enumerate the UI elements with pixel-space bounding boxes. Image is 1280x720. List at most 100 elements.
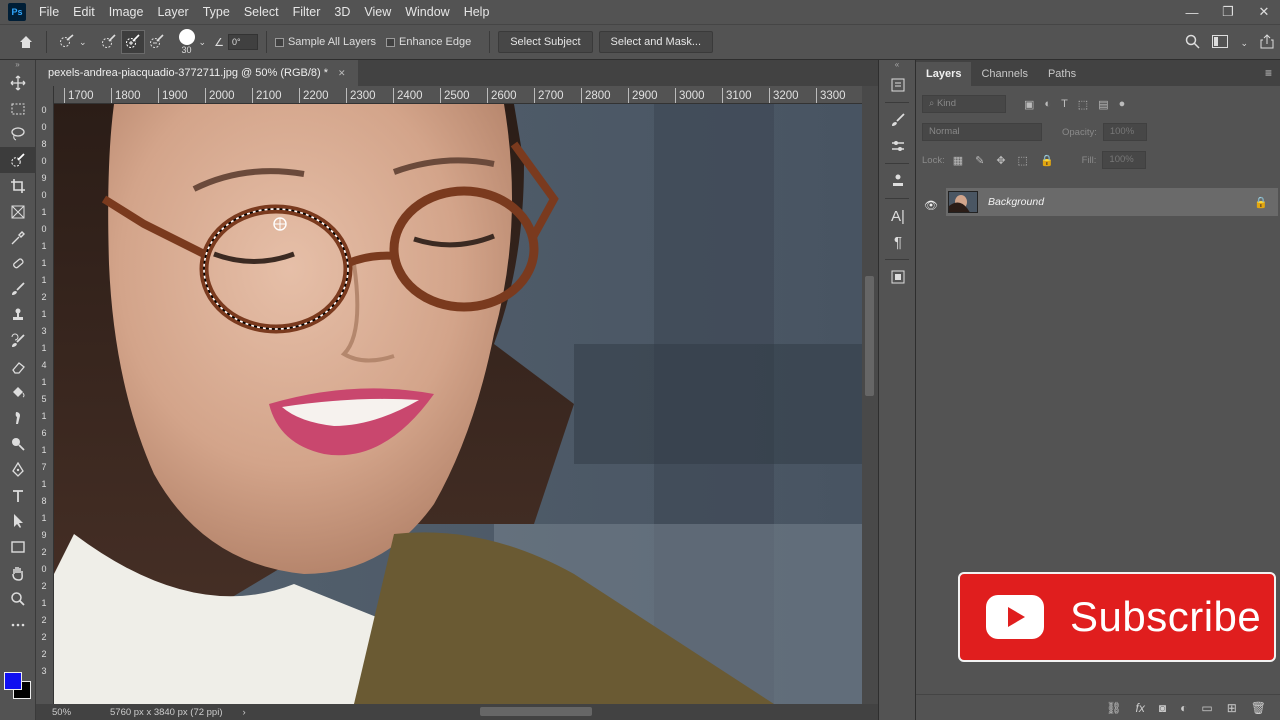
- subtract-from-selection-icon[interactable]: [145, 30, 169, 54]
- document-canvas[interactable]: [54, 104, 862, 704]
- chevron-down-icon[interactable]: ⌄: [1240, 38, 1248, 49]
- character-panel-icon[interactable]: A|: [879, 203, 917, 229]
- home-icon[interactable]: [14, 30, 38, 54]
- horizontal-scrollbar[interactable]: [262, 704, 878, 720]
- zoom-tool-icon[interactable]: [0, 586, 36, 612]
- vertical-scroll-thumb[interactable]: [865, 276, 874, 396]
- add-mask-icon[interactable]: ◙: [1159, 701, 1166, 715]
- menu-help[interactable]: Help: [457, 0, 497, 24]
- new-layer-icon[interactable]: ⊞: [1227, 701, 1237, 715]
- menu-layer[interactable]: Layer: [150, 0, 195, 24]
- menu-select[interactable]: Select: [237, 0, 286, 24]
- menu-filter[interactable]: Filter: [286, 0, 328, 24]
- kind-filter-select[interactable]: ⌕ Kind: [922, 95, 1006, 113]
- sample-all-layers-checkbox[interactable]: Sample All Layers: [274, 36, 376, 48]
- fill-field[interactable]: 100%: [1102, 151, 1147, 169]
- new-selection-icon[interactable]: [97, 30, 121, 54]
- brush-tool-icon[interactable]: [0, 276, 36, 302]
- angle-field[interactable]: 0°: [227, 34, 258, 50]
- search-icon[interactable]: [1185, 34, 1200, 52]
- crop-tool-icon[interactable]: [0, 173, 36, 199]
- panel-tabs: Layers Channels Paths ≡: [916, 60, 1280, 86]
- menu-type[interactable]: Type: [196, 0, 237, 24]
- workspace-icon[interactable]: [1212, 35, 1229, 51]
- delete-layer-icon[interactable]: 🗑: [1251, 701, 1266, 715]
- tab-paths[interactable]: Paths: [1038, 62, 1086, 86]
- brush-settings-icon[interactable]: [879, 107, 917, 133]
- layer-style-icon[interactable]: fx: [1136, 701, 1145, 715]
- blend-mode-select[interactable]: Normal: [922, 123, 1042, 141]
- panel-menu-icon[interactable]: ≡: [1265, 66, 1272, 80]
- minimize-button[interactable]: —: [1184, 5, 1200, 20]
- restore-button[interactable]: ❐: [1220, 4, 1236, 20]
- paragraph-panel-icon[interactable]: ¶: [879, 229, 917, 255]
- lock-icon[interactable]: 🔒: [1254, 196, 1268, 209]
- tab-layers[interactable]: Layers: [916, 62, 972, 86]
- foreground-color-swatch[interactable]: [4, 672, 22, 690]
- subscribe-banner[interactable]: Subscribe: [958, 572, 1276, 662]
- quick-selection-preset-icon[interactable]: [55, 30, 79, 54]
- select-and-mask-button[interactable]: Select and Mask...: [598, 31, 714, 53]
- clone-source-icon[interactable]: [879, 168, 917, 194]
- adjustment-filter-icon[interactable]: ◐: [1044, 98, 1051, 111]
- pixel-filter-icon[interactable]: ▣: [1024, 98, 1034, 111]
- pen-tool-icon[interactable]: [0, 457, 36, 483]
- menu-window[interactable]: Window: [398, 0, 456, 24]
- status-menu-arrow[interactable]: ›: [243, 707, 246, 718]
- smudge-tool-icon[interactable]: [0, 405, 36, 431]
- dodge-tool-icon[interactable]: [0, 431, 36, 457]
- lasso-tool-icon[interactable]: [0, 122, 36, 148]
- close-tab-icon[interactable]: ✕: [338, 68, 346, 79]
- clone-stamp-tool-icon[interactable]: [0, 302, 36, 328]
- smart-object-filter-icon[interactable]: ▤: [1098, 98, 1108, 111]
- layer-row[interactable]: Background 🔒: [946, 188, 1278, 216]
- horizontal-scroll-thumb[interactable]: [480, 707, 592, 716]
- menu-3d[interactable]: 3D: [327, 0, 357, 24]
- select-subject-button[interactable]: Select Subject: [498, 31, 593, 53]
- 3d-panel-icon[interactable]: [879, 264, 917, 290]
- path-selection-tool-icon[interactable]: [0, 509, 36, 535]
- new-adjustment-layer-icon[interactable]: ◐: [1180, 701, 1187, 715]
- collapse-icon[interactable]: »: [0, 60, 35, 70]
- add-to-selection-icon[interactable]: [120, 30, 145, 54]
- enhance-edge-checkbox[interactable]: Enhance Edge: [386, 36, 471, 48]
- color-swatches[interactable]: [4, 672, 32, 700]
- move-tool-icon[interactable]: [0, 70, 36, 96]
- eraser-tool-icon[interactable]: [0, 354, 36, 380]
- type-filter-icon[interactable]: T: [1061, 98, 1068, 111]
- opacity-field[interactable]: 100%: [1102, 123, 1147, 141]
- new-group-icon[interactable]: ▭: [1201, 701, 1212, 715]
- paint-bucket-tool-icon[interactable]: [0, 380, 36, 406]
- frame-tool-icon[interactable]: [0, 199, 36, 225]
- menu-edit[interactable]: Edit: [66, 0, 102, 24]
- eyedropper-tool-icon[interactable]: [0, 225, 36, 251]
- share-icon[interactable]: [1260, 34, 1274, 52]
- hand-tool-icon[interactable]: [0, 560, 36, 586]
- filter-toggle-icon[interactable]: ●: [1119, 98, 1126, 111]
- rectangle-tool-icon[interactable]: [0, 534, 36, 560]
- quick-selection-tool-icon[interactable]: [0, 147, 36, 174]
- brush-size-picker[interactable]: 30: [178, 29, 195, 55]
- history-panel-icon[interactable]: [879, 72, 917, 98]
- history-brush-tool-icon[interactable]: [0, 328, 36, 354]
- menu-image[interactable]: Image: [102, 0, 151, 24]
- visibility-eye-icon[interactable]: 👁: [924, 199, 938, 212]
- document-tab[interactable]: pexels-andrea-piacquadio-3772711.jpg @ 5…: [36, 60, 358, 86]
- collapse-icon[interactable]: «: [879, 60, 915, 72]
- menu-file[interactable]: File: [32, 0, 66, 24]
- healing-brush-tool-icon[interactable]: [0, 251, 36, 277]
- menu-view[interactable]: View: [357, 0, 398, 24]
- more-tools-icon[interactable]: [0, 612, 36, 638]
- lock-options-icons[interactable]: ▦✎✥⬚🔒: [953, 154, 1066, 167]
- adjustments-icon[interactable]: [879, 133, 917, 159]
- close-button[interactable]: ✕: [1256, 4, 1272, 20]
- chevron-down-icon[interactable]: ⌄: [199, 37, 207, 48]
- chevron-down-icon[interactable]: ⌄: [79, 37, 87, 48]
- vertical-scrollbar[interactable]: [862, 86, 878, 704]
- zoom-level[interactable]: 50%: [52, 707, 104, 718]
- link-layers-icon[interactable]: ⛓: [1106, 701, 1121, 715]
- tab-channels[interactable]: Channels: [971, 62, 1037, 86]
- shape-filter-icon[interactable]: ⬚: [1078, 98, 1088, 111]
- marquee-tool-icon[interactable]: [0, 96, 36, 122]
- type-tool-icon[interactable]: [0, 483, 36, 509]
